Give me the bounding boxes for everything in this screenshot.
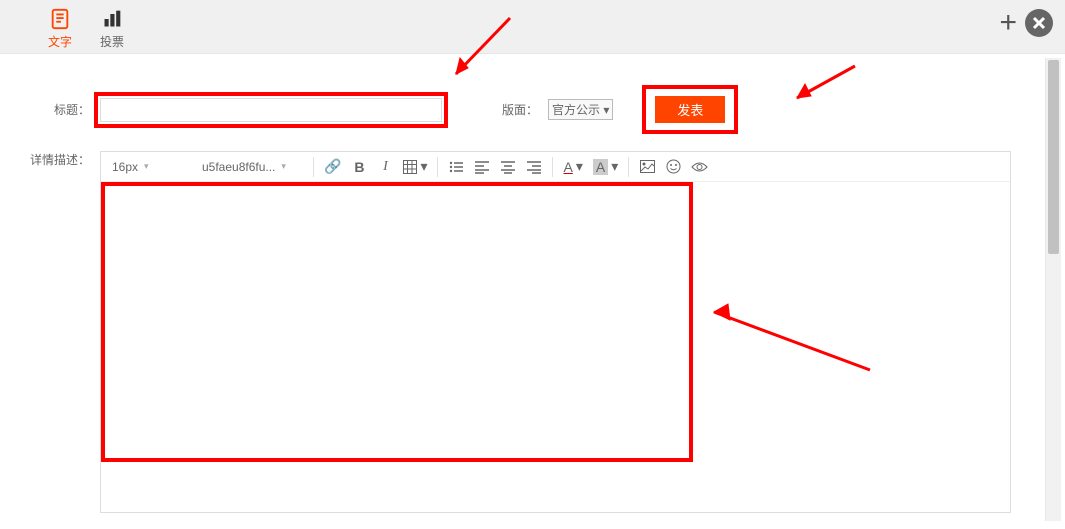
image-icon <box>640 160 655 173</box>
separator <box>552 157 553 177</box>
tab-text[interactable]: 文字 <box>46 7 74 50</box>
align-right-button[interactable] <box>522 155 546 179</box>
publish-button[interactable]: 发表 <box>655 96 725 123</box>
caret-icon: ▾ <box>611 158 618 175</box>
add-button[interactable]: + <box>999 8 1017 38</box>
align-left-icon <box>475 160 489 174</box>
section-label: 版面： <box>502 101 538 118</box>
caret-icon: ▾ <box>144 161 149 172</box>
link-button[interactable]: 🔗 <box>320 155 345 179</box>
close-button[interactable] <box>1025 9 1053 37</box>
text-color-button[interactable]: A ▾ <box>559 155 586 179</box>
publish-highlight: 发表 <box>647 90 733 129</box>
caret-icon: ▾ <box>576 158 583 175</box>
list-button[interactable] <box>444 155 468 179</box>
topbar-actions: + <box>999 8 1053 38</box>
separator <box>628 157 629 177</box>
fontname-select[interactable]: u5faeu8f6fu... ▾ <box>197 156 307 178</box>
caret-icon: ▾ <box>420 158 427 175</box>
title-label: 标题： <box>20 101 100 118</box>
text-doc-icon <box>46 7 74 31</box>
align-center-icon <box>501 160 515 174</box>
preview-button[interactable] <box>687 155 712 179</box>
align-right-icon <box>527 160 541 174</box>
scrollbar[interactable] <box>1045 58 1061 521</box>
bold-icon: B <box>354 159 364 175</box>
editor-toolbar: 16px ▾ u5faeu8f6fu... ▾ 🔗 B I ▾ <box>101 152 1010 182</box>
close-icon <box>1032 16 1046 30</box>
desc-label: 详情描述： <box>20 151 100 168</box>
bar-chart-icon <box>98 7 126 31</box>
rich-editor: 16px ▾ u5faeu8f6fu... ▾ 🔗 B I ▾ <box>100 151 1011 513</box>
section-select[interactable]: 官方公示 ▾ <box>548 99 613 120</box>
list-icon <box>449 160 463 174</box>
fontsize-select[interactable]: 16px ▾ <box>107 156 195 178</box>
bold-button[interactable]: B <box>347 155 371 179</box>
fontname-value: u5faeu8f6fu... <box>202 160 275 174</box>
caret-icon: ▾ <box>281 161 286 172</box>
bg-color-button[interactable]: A ▾ <box>589 155 622 179</box>
table-button[interactable]: ▾ <box>399 155 431 179</box>
title-input[interactable] <box>100 98 442 122</box>
tab-text-label: 文字 <box>48 33 72 50</box>
scrollbar-thumb[interactable] <box>1048 60 1059 254</box>
align-left-button[interactable] <box>470 155 494 179</box>
annotation-highlight <box>101 182 693 462</box>
italic-icon: I <box>383 159 388 175</box>
separator <box>437 157 438 177</box>
top-tabbar: 文字 投票 + <box>0 0 1065 54</box>
align-center-button[interactable] <box>496 155 520 179</box>
tab-vote[interactable]: 投票 <box>98 7 126 50</box>
eye-icon <box>691 161 708 173</box>
editor-body[interactable] <box>101 182 1010 512</box>
bg-color-icon: A <box>593 159 608 175</box>
content-area: 标题： 版面： 官方公示 ▾ 发表 详情描述： 16px ▾ u5faeu8f6… <box>0 54 1065 529</box>
tab-vote-label: 投票 <box>100 33 124 50</box>
text-color-icon: A <box>563 159 572 175</box>
title-row: 标题： 版面： 官方公示 ▾ 发表 <box>20 90 1045 129</box>
emoji-button[interactable] <box>661 155 685 179</box>
desc-row: 详情描述： 16px ▾ u5faeu8f6fu... ▾ 🔗 B I ▾ <box>20 151 1045 513</box>
emoji-icon <box>666 159 681 174</box>
table-icon <box>403 160 417 174</box>
image-button[interactable] <box>635 155 659 179</box>
fontsize-value: 16px <box>112 160 138 174</box>
italic-button[interactable]: I <box>373 155 397 179</box>
link-icon: 🔗 <box>324 158 341 175</box>
separator <box>313 157 314 177</box>
